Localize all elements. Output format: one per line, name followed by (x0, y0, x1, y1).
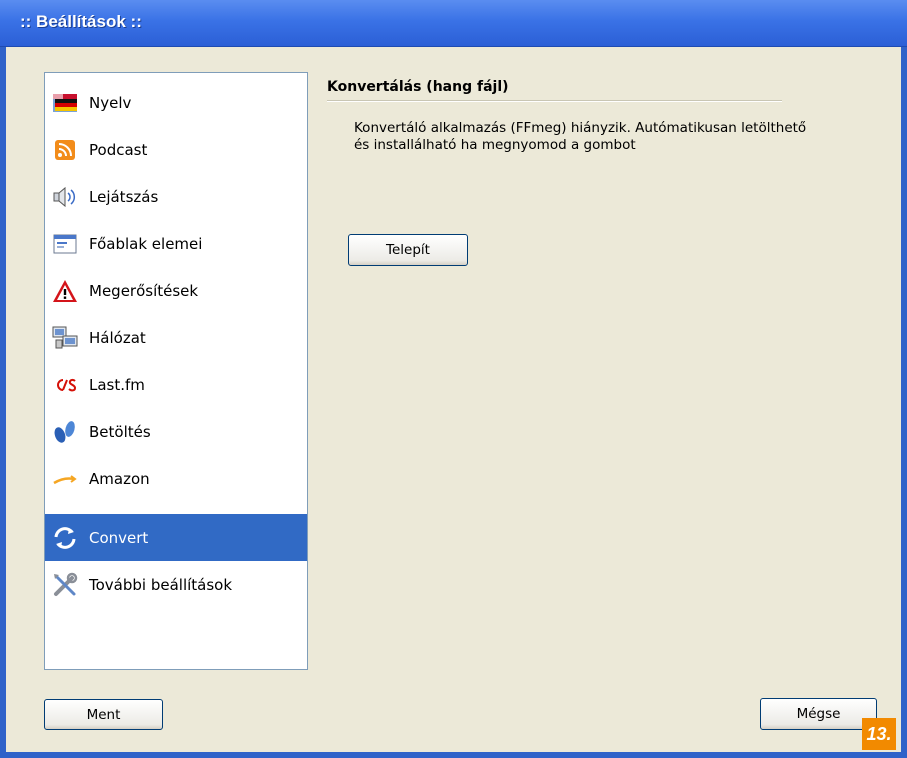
sidebar-item-halozat[interactable]: Hálózat (45, 314, 307, 361)
sidebar-item-label: Lejátszás (89, 187, 159, 206)
sidebar-item-label: Hálózat (89, 328, 146, 347)
window-icon (51, 230, 79, 258)
sidebar-item-label: Főablak elemei (89, 234, 203, 253)
converter-description: Konvertáló alkalmazás (FFmeg) hiányzik. … (354, 120, 854, 154)
warning-icon (51, 277, 79, 305)
sidebar-item-lejatszas[interactable]: Lejátszás (45, 173, 307, 220)
flag-icon (51, 89, 79, 117)
sidebar-item-megerositesek[interactable]: Megerősítések (45, 267, 307, 314)
sidebar-item-label: Betöltés (89, 422, 151, 441)
network-icon (51, 324, 79, 352)
section-divider (327, 100, 782, 102)
tools-icon (51, 571, 79, 599)
rss-icon (51, 136, 79, 164)
settings-window: :: Beállítások :: Nyelv Podcast Lejátszá… (0, 0, 907, 758)
sidebar-item-label: Megerősítések (89, 281, 199, 300)
settings-sidebar: Nyelv Podcast Lejátszás Főablak elemei M… (44, 72, 308, 670)
section-title: Konvertálás (hang fájl) (327, 79, 509, 95)
sidebar-item-label: További beállítások (89, 575, 233, 594)
sidebar-item-label: Amazon (89, 469, 150, 488)
sidebar-item-amazon[interactable]: Amazon (45, 455, 307, 502)
description-line-2: és installálható ha megnyomod a gombot (354, 137, 636, 153)
sidebar-item-label: Convert (89, 528, 149, 547)
sidebar-item-tovabbi-beallitasok[interactable]: További beállítások (45, 561, 307, 608)
footprints-icon (51, 418, 79, 446)
cancel-button[interactable]: Mégse (760, 698, 877, 730)
convert-icon (51, 524, 79, 552)
sidebar-item-label: Last.fm (89, 375, 145, 394)
step-number-badge: 13. (862, 718, 896, 750)
description-line-1: Konvertáló alkalmazás (FFmeg) hiányzik. … (354, 120, 807, 136)
lastfm-icon (51, 371, 79, 399)
sidebar-item-foablak-elemei[interactable]: Főablak elemei (45, 220, 307, 267)
amazon-icon (51, 465, 79, 493)
sidebar-item-label: Podcast (89, 140, 148, 159)
sidebar-item-convert[interactable]: Convert (45, 514, 307, 561)
speaker-icon (51, 183, 79, 211)
install-button[interactable]: Telepít (348, 234, 468, 266)
title-bar[interactable]: :: Beállítások :: (0, 0, 907, 47)
sidebar-item-podcast[interactable]: Podcast (45, 126, 307, 173)
save-button[interactable]: Ment (44, 699, 163, 730)
sidebar-item-nyelv[interactable]: Nyelv (45, 79, 307, 126)
sidebar-item-lastfm[interactable]: Last.fm (45, 361, 307, 408)
sidebar-item-label: Nyelv (89, 93, 132, 112)
sidebar-item-betoltes[interactable]: Betöltés (45, 408, 307, 455)
window-title: :: Beállítások :: (20, 12, 142, 31)
